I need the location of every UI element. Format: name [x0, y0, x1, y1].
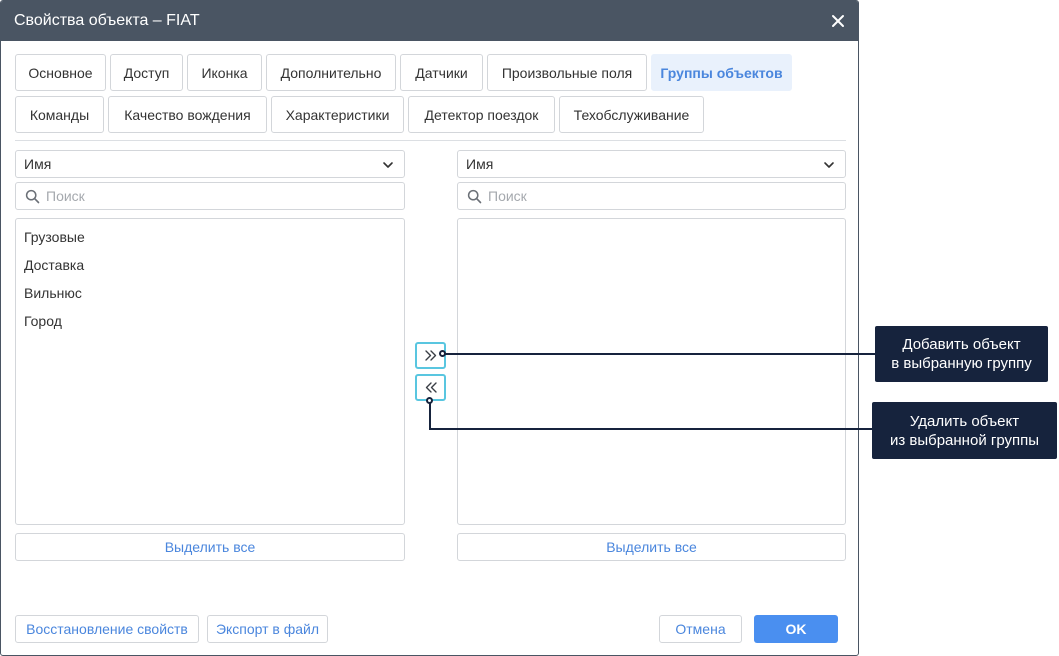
- tab-characteristics[interactable]: Характеристики: [271, 96, 404, 133]
- add-callout-dot: [439, 350, 446, 357]
- right-select-all-button[interactable]: Выделить все: [457, 533, 846, 561]
- tab-access[interactable]: Доступ: [110, 54, 183, 91]
- right-search: [457, 182, 846, 210]
- double-chevron-right-icon: [425, 350, 437, 361]
- cancel-button[interactable]: Отмена: [659, 615, 742, 643]
- double-chevron-left-icon: [425, 382, 437, 393]
- close-icon[interactable]: [830, 13, 846, 29]
- chevron-down-icon: [824, 162, 834, 168]
- export-to-file-button[interactable]: Экспорт в файл: [207, 615, 328, 643]
- tabs-divider: [15, 140, 846, 141]
- list-item[interactable]: Вильнюс: [24, 285, 82, 301]
- tab-eco-driving[interactable]: Качество вождения: [108, 96, 267, 133]
- tab-custom-fields[interactable]: Произвольные поля: [487, 54, 647, 91]
- add-callout-line2: в выбранную группу: [891, 355, 1032, 372]
- tab-maintenance[interactable]: Техобслуживание: [559, 96, 704, 133]
- search-icon: [25, 189, 40, 204]
- remove-callout-hline: [429, 428, 873, 430]
- chevron-down-icon: [383, 162, 393, 168]
- right-sort-value: Имя: [466, 156, 494, 172]
- remove-object-callout: Удалить объект из выбранной группы: [872, 402, 1057, 459]
- list-item[interactable]: Город: [24, 313, 62, 329]
- right-search-input[interactable]: [488, 186, 835, 206]
- tab-trip-detector[interactable]: Детектор поездок: [408, 96, 555, 133]
- tab-main[interactable]: Основное: [15, 54, 106, 91]
- tab-object-groups[interactable]: Группы объектов: [651, 54, 792, 91]
- search-icon: [467, 189, 482, 204]
- add-object-callout: Добавить объект в выбранную группу: [875, 326, 1048, 382]
- object-properties-dialog: Свойства объекта – FIAT Основное Доступ …: [0, 0, 859, 656]
- tab-advanced[interactable]: Дополнительно: [266, 54, 396, 91]
- restore-properties-button[interactable]: Восстановление свойств: [15, 615, 199, 643]
- right-sort-select[interactable]: Имя: [457, 150, 846, 178]
- remove-callout-vline: [429, 401, 431, 430]
- tab-icon[interactable]: Иконка: [187, 54, 262, 91]
- tab-sensors[interactable]: Датчики: [400, 54, 483, 91]
- remove-callout-line1: Удалить объект: [909, 412, 1020, 430]
- left-group-list: Грузовые Доставка Вильнюс Город: [15, 218, 405, 525]
- left-search-input[interactable]: [46, 186, 394, 206]
- add-callout-line: [444, 353, 876, 355]
- right-group-list: [457, 218, 846, 525]
- left-sort-select[interactable]: Имя: [15, 150, 405, 178]
- ok-button[interactable]: OK: [754, 615, 838, 643]
- left-search: [15, 182, 405, 210]
- dialog-titlebar: Свойства объекта – FIAT: [1, 1, 858, 41]
- list-item[interactable]: Доставка: [24, 257, 84, 273]
- tab-commands[interactable]: Команды: [15, 96, 104, 133]
- remove-callout-line2: из выбранной группы: [889, 431, 1040, 449]
- left-sort-value: Имя: [24, 156, 52, 172]
- remove-callout-dot: [426, 397, 433, 404]
- left-select-all-button[interactable]: Выделить все: [15, 533, 405, 561]
- list-item[interactable]: Грузовые: [24, 229, 85, 245]
- add-callout-line1: Добавить объект: [902, 336, 1021, 353]
- dialog-title: Свойства объекта – FIAT: [14, 12, 200, 29]
